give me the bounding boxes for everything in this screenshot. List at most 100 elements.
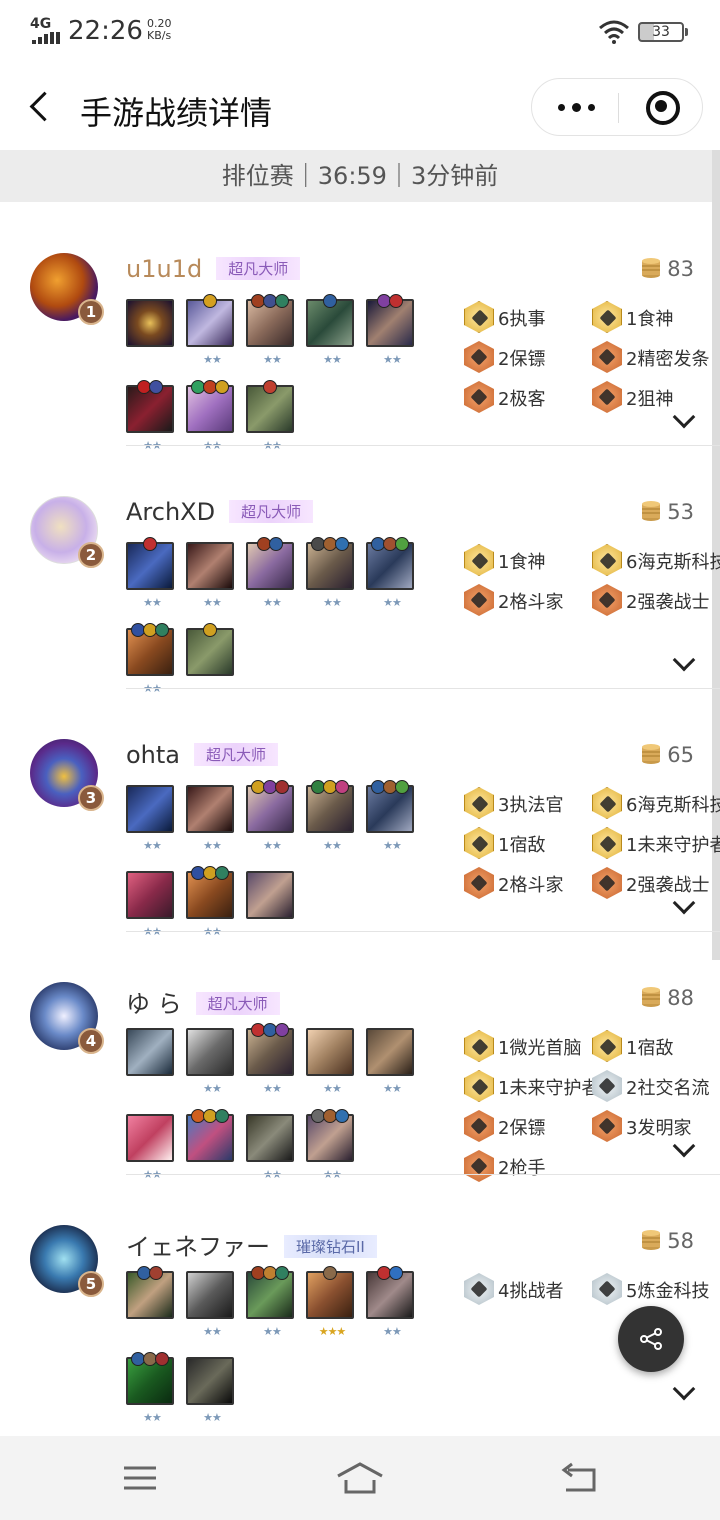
champion-portrait[interactable]: ★★ — [186, 1271, 234, 1338]
champion-portrait[interactable]: ★★ — [186, 380, 234, 452]
champion-portrait[interactable]: ★★ — [366, 294, 414, 366]
champion-portrait[interactable]: ★★ — [186, 542, 234, 609]
star-level: ★★ — [143, 839, 162, 852]
gold-value: 88 — [667, 986, 694, 1010]
trait-hex-icon — [592, 1110, 622, 1142]
tier-badge: 超凡大师 — [194, 743, 279, 766]
trait[interactable]: 1宿敌 — [464, 827, 592, 859]
expand-chevron-icon[interactable] — [672, 1377, 696, 1401]
champion-portrait[interactable]: ★★ — [126, 785, 174, 852]
system-nav-bar — [0, 1436, 720, 1520]
champion-portrait[interactable]: ★★ — [126, 380, 174, 452]
champion-portrait[interactable]: ★★ — [246, 1266, 294, 1338]
trait-label: 2格斗家 — [498, 592, 564, 613]
trait-hex-icon — [464, 1273, 494, 1305]
champion-portrait[interactable]: ★★ — [306, 537, 354, 609]
home-icon[interactable] — [336, 1460, 384, 1496]
back-icon[interactable] — [558, 1460, 602, 1496]
trait[interactable]: 2极客 — [464, 381, 592, 413]
star-level: ★★ — [263, 1325, 282, 1338]
trait[interactable]: 2强袭战士 — [592, 584, 720, 616]
trait[interactable]: 2保镖 — [464, 341, 592, 373]
trait[interactable]: 2强袭战士 — [592, 867, 720, 899]
trait-hex-icon — [592, 787, 622, 819]
trait[interactable]: 2格斗家 — [464, 867, 592, 899]
trait[interactable]: 6海克斯科技 — [592, 544, 720, 576]
trait[interactable]: 2精密发条 — [592, 341, 720, 373]
champion-portrait[interactable]: ★★ — [366, 537, 414, 609]
champion-portrait[interactable] — [126, 299, 174, 347]
champion-portrait[interactable] — [126, 1028, 174, 1076]
coin-stack-icon — [642, 987, 661, 1007]
champion-portrait[interactable]: ★★ — [246, 1023, 294, 1095]
champion-portrait[interactable]: ★★ — [126, 871, 174, 938]
trait[interactable]: 1食神 — [464, 544, 592, 576]
trait[interactable]: 1未来守护者 — [464, 1070, 599, 1102]
share-button[interactable] — [618, 1306, 684, 1372]
trait[interactable]: 2格斗家 — [464, 584, 592, 616]
trait-label: 6海克斯科技 — [626, 795, 720, 816]
champion-portrait[interactable]: ★★ — [306, 1109, 354, 1181]
champion-portrait[interactable]: ★★ — [306, 294, 354, 366]
gold-count: 53 — [641, 498, 694, 524]
close-miniprogram-button[interactable] — [618, 79, 704, 135]
placement-badge: 4 — [78, 1028, 104, 1054]
player-row: 4 ゆ ら超凡大师 88 ★★ ★★ ★★ ★★ ★★ ★★ ★★ 1微光首脑 … — [0, 932, 720, 1182]
more-options-button[interactable] — [532, 79, 618, 135]
player-name[interactable]: u1u1d — [126, 255, 202, 283]
champion-portrait[interactable]: ★★ — [186, 866, 234, 938]
champion-portrait[interactable]: ★★ — [366, 780, 414, 852]
champion-portrait[interactable]: ★★ — [126, 537, 174, 609]
trait-hex-icon — [592, 1273, 622, 1305]
trait[interactable]: 1食神 — [592, 301, 720, 333]
trait[interactable]: 3发明家 — [592, 1110, 720, 1142]
champion-portrait[interactable]: ★★ — [246, 1114, 294, 1181]
champion-portrait[interactable]: ★★ — [126, 1352, 174, 1424]
champion-portrait[interactable]: ★★ — [186, 294, 234, 366]
trait[interactable]: 1宿敌 — [592, 1030, 720, 1062]
champion-portrait[interactable]: ★★ — [246, 537, 294, 609]
trait[interactable]: 1微光首脑 — [464, 1030, 592, 1062]
trait[interactable]: 2保镖 — [464, 1110, 592, 1142]
trait-hex-icon — [464, 1030, 494, 1062]
trait[interactable]: 2社交名流 — [592, 1070, 720, 1102]
trait[interactable]: 3执法官 — [464, 787, 592, 819]
champion-portrait[interactable]: ★★★ — [306, 1266, 354, 1338]
champion-portrait[interactable]: ★★ — [306, 780, 354, 852]
gold-count: 65 — [641, 741, 694, 767]
trait-label: 1微光首脑 — [498, 1038, 582, 1059]
trait[interactable]: 6执事 — [464, 301, 592, 333]
champion-portrait[interactable]: ★★ — [366, 1028, 414, 1095]
trait[interactable]: 2狙神 — [592, 381, 720, 413]
back-arrow-icon[interactable] — [26, 88, 56, 124]
champion-portrait[interactable]: ★★ — [246, 380, 294, 452]
champion-portrait[interactable] — [186, 623, 234, 676]
champion-portrait[interactable] — [186, 1109, 234, 1162]
player-name[interactable]: ゆ ら — [126, 990, 182, 1018]
champion-portrait[interactable]: ★★ — [366, 1266, 414, 1338]
trait-hex-icon — [464, 827, 494, 859]
player-name[interactable]: イェネファー — [126, 1233, 270, 1261]
expand-chevron-icon[interactable] — [672, 648, 696, 672]
champion-portrait[interactable]: ★★ — [186, 785, 234, 852]
champion-portrait[interactable]: ★★ — [306, 1028, 354, 1095]
trait-label: 2保镖 — [498, 349, 546, 370]
champion-portrait[interactable]: ★★ — [186, 1028, 234, 1095]
signal-icon — [32, 32, 60, 44]
champion-portrait[interactable] — [126, 1266, 174, 1319]
champion-portrait[interactable]: ★★ — [126, 1114, 174, 1181]
champion-portrait[interactable]: ★★ — [126, 623, 174, 695]
champion-portrait[interactable] — [246, 871, 294, 919]
trait[interactable]: 5炼金科技 — [592, 1273, 720, 1305]
player-name[interactable]: ohta — [126, 741, 180, 769]
champion-portrait[interactable]: ★★ — [186, 1357, 234, 1424]
page-title: 手游战绩详情 — [80, 94, 273, 132]
trait[interactable]: 6海克斯科技 — [592, 787, 720, 819]
champion-portrait[interactable]: ★★ — [246, 294, 294, 366]
trait[interactable]: 4挑战者 — [464, 1273, 592, 1305]
player-name[interactable]: ArchXD — [126, 498, 215, 526]
star-level: ★★ — [203, 1411, 222, 1424]
menu-icon[interactable] — [118, 1460, 162, 1496]
trait[interactable]: 1未来守护者 — [592, 827, 720, 859]
champion-portrait[interactable]: ★★ — [246, 780, 294, 852]
